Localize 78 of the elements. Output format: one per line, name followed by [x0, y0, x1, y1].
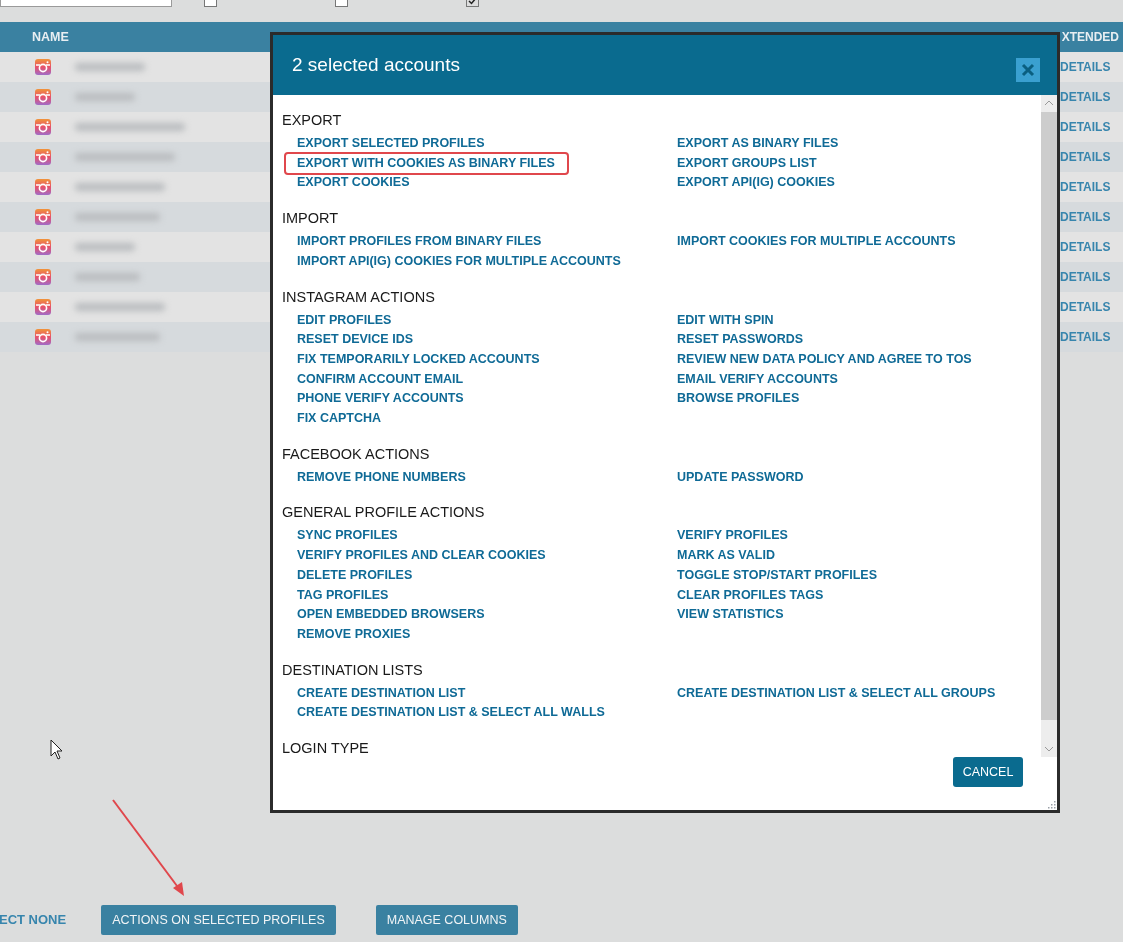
chevron-up-icon[interactable] [1044, 99, 1054, 106]
action-link[interactable]: OPEN EMBEDDED BROWSERS [297, 605, 485, 625]
action-link[interactable]: TAG PROFILES [297, 585, 389, 606]
checkbox[interactable] [335, 0, 348, 7]
section-title: GENERAL PROFILE ACTIONS [282, 504, 486, 521]
close-icon [1021, 63, 1035, 77]
camera-app-icon [35, 269, 51, 285]
action-link[interactable]: EXPORT AS BINARY FILES [677, 134, 839, 154]
action-link[interactable]: RESET PASSWORDS [677, 330, 804, 350]
section-title: EXPORT [282, 112, 343, 128]
section-title: IMPORT [282, 210, 340, 227]
action-link[interactable]: CREATE DESTINATION LIST & SELECT ALL GROUPS [677, 683, 996, 704]
chevron-down-icon[interactable] [1044, 746, 1054, 753]
scrollbar[interactable] [1041, 95, 1057, 757]
close-button[interactable] [1016, 58, 1040, 82]
dialog-title: 2 selected accounts [292, 54, 460, 76]
section-title: FACEBOOK ACTIONS [282, 445, 431, 462]
action-link[interactable]: EXPORT COOKIES [297, 173, 410, 194]
action-link[interactable]: EXPORT WITH COOKIES AS BINARY FILES [284, 151, 569, 176]
camera-app-icon [35, 149, 51, 165]
select-none-link[interactable]: ECT NONE [0, 912, 67, 927]
column-header: NAME [32, 30, 69, 44]
action-link[interactable]: REMOVE PHONE NUMBERS [297, 467, 466, 488]
action-link[interactable]: VERIFY PROFILES AND CLEAR COOKIES [297, 546, 546, 566]
action-link[interactable]: TOGGLE STOP/START PROFILES [677, 565, 878, 586]
camera-app-icon [35, 239, 51, 255]
action-link[interactable]: IMPORT COOKIES FOR MULTIPLE ACCOUNTS [677, 232, 956, 252]
action-link[interactable]: CLEAR PROFILES TAGS [677, 585, 824, 606]
action-link[interactable]: EXPORT GROUPS LIST [677, 153, 817, 174]
action-link[interactable]: DELETE PROFILES [297, 565, 413, 586]
action-link[interactable]: VERIFY PROFILES [677, 526, 788, 547]
manage-columns-button[interactable]: MANAGE COLUMNS [375, 905, 518, 935]
blurred-name [75, 63, 145, 71]
action-link[interactable]: EXPORT API(IG) COOKIES [677, 173, 835, 194]
details-link[interactable]: DETAILS [1060, 240, 1115, 254]
camera-app-icon [35, 59, 51, 75]
camera-app-icon [35, 119, 51, 135]
action-link[interactable]: IMPORT API(IG) COOKIES FOR MULTIPLE ACCOUNTS [297, 251, 621, 272]
action-link[interactable]: MARK AS VALID [677, 546, 775, 566]
action-link[interactable]: EXPORT SELECTED PROFILES [297, 134, 485, 154]
details-link[interactable]: DETAILS [1060, 120, 1115, 134]
action-link[interactable]: CREATE DESTINATION LIST & SELECT ALL WALLS [297, 703, 605, 724]
action-link[interactable]: FIX TEMPORARILY LOCKED ACCOUNTS [297, 349, 540, 370]
details-link[interactable]: DETAILS [1060, 180, 1115, 194]
action-link[interactable]: RESET DEVICE IDS [297, 330, 413, 350]
details-link[interactable]: DETAILS [1060, 60, 1115, 74]
action-link[interactable]: REVIEW NEW DATA POLICY AND AGREE TO TOS [677, 349, 972, 370]
action-link[interactable]: REMOVE PROXIES [297, 624, 411, 645]
section-title: INSTAGRAM ACTIONS [282, 288, 436, 305]
resize-grip-icon[interactable] [1046, 799, 1056, 809]
text-field[interactable] [0, 0, 172, 7]
camera-app-icon [35, 89, 51, 105]
section-title: DESTINATION LISTS [282, 661, 424, 678]
cancel-button[interactable]: CANCEL [953, 757, 1023, 787]
camera-app-icon [35, 179, 51, 195]
action-link[interactable]: VIEW STATISTICS [677, 605, 784, 625]
column-header: XTENDED [1061, 30, 1119, 44]
checkbox[interactable] [204, 0, 217, 7]
action-link[interactable]: EMAIL VERIFY ACCOUNTS [677, 369, 838, 390]
action-link[interactable]: SYNC PROFILES [297, 526, 398, 547]
action-link[interactable]: CONFIRM ACCOUNT EMAIL [297, 369, 464, 390]
action-link[interactable]: FIX CAPTCHA [297, 409, 382, 429]
action-link[interactable]: CREATE DESTINATION LIST [297, 683, 466, 704]
camera-app-icon [35, 299, 51, 315]
details-link[interactable]: DETAILS [1060, 300, 1115, 314]
mouse-pointer-icon [50, 739, 63, 760]
blurred-name [75, 243, 135, 251]
action-link[interactable]: EDIT WITH SPIN [677, 310, 774, 331]
section-title: LOGIN TYPE [282, 740, 370, 757]
camera-app-icon [35, 209, 51, 225]
action-link[interactable]: PHONE VERIFY ACCOUNTS [297, 389, 464, 410]
action-link[interactable]: IMPORT PROFILES FROM BINARY FILES [297, 232, 542, 252]
action-link[interactable]: UPDATE PASSWORD [677, 467, 804, 488]
checkbox[interactable] [466, 0, 479, 7]
action-link[interactable]: BROWSE PROFILES [677, 389, 800, 410]
actions-button[interactable]: ACTIONS ON SELECTED PROFILES [101, 905, 336, 935]
action-link[interactable]: EDIT PROFILES [297, 310, 392, 331]
camera-app-icon [35, 329, 51, 345]
